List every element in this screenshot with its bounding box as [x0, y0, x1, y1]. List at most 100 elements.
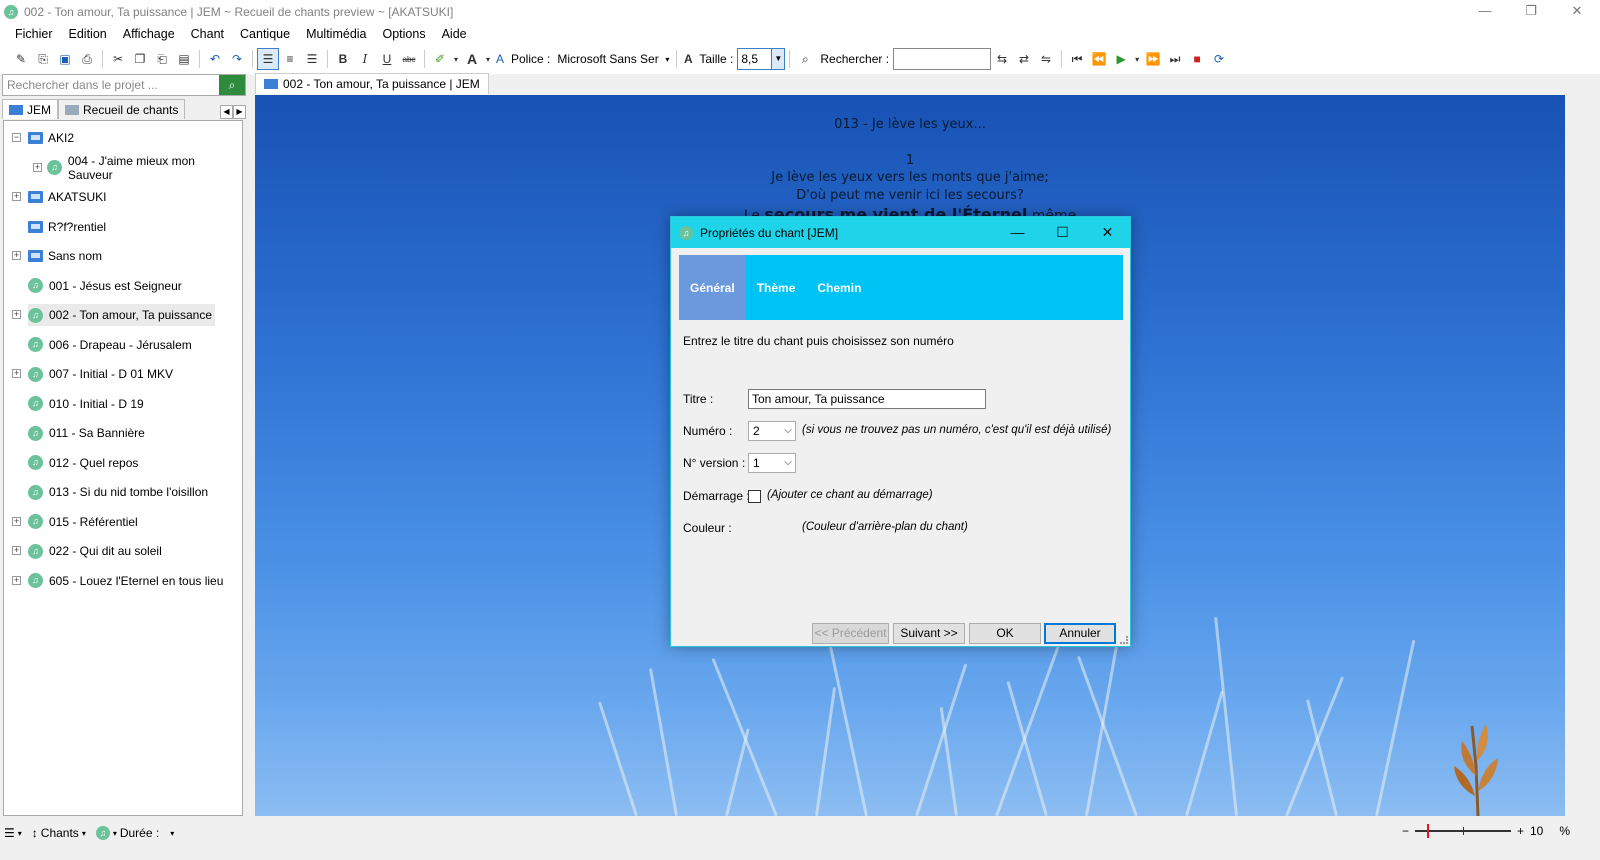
print-icon[interactable]: ⎙ [76, 48, 98, 70]
new-file-icon[interactable]: ✎ [10, 48, 32, 70]
tab-general[interactable]: Général [679, 255, 746, 320]
expand-icon[interactable]: + [12, 310, 21, 319]
expand-icon[interactable]: + [33, 162, 42, 172]
menu-multimedia[interactable]: Multimédia [298, 27, 374, 41]
chevron-down-icon[interactable]: ▼ [771, 49, 785, 69]
tree-song[interactable]: + ♫ 022 - Qui dit au soleil [12, 540, 162, 562]
tree-song[interactable]: + ♫ 004 - J'aime mieux mon Sauveur [33, 154, 242, 182]
demarrage-checkbox[interactable] [748, 490, 761, 503]
fast-forward-icon[interactable]: ⏩ [1142, 48, 1164, 70]
tree-song[interactable]: + ♫ 002 - Ton amour, Ta puissance [12, 304, 215, 326]
duree-menu[interactable]: ♫ ▾ Durée : ▾ [95, 826, 174, 840]
expand-icon[interactable]: + [12, 546, 21, 555]
close-button[interactable]: ✕ [1554, 0, 1600, 24]
align-center-icon[interactable]: ≡ [279, 48, 301, 70]
dialog-minimize-button[interactable]: — [995, 217, 1040, 248]
tree-song[interactable]: ♫ 011 - Sa Bannière [28, 422, 145, 444]
menu-aide[interactable]: Aide [434, 27, 475, 41]
zoom-slider[interactable] [1414, 824, 1511, 838]
tree-song[interactable]: + ♫ 015 - Référentiel [12, 511, 138, 533]
find-next-icon[interactable]: ⇆ [991, 48, 1013, 70]
font-color-icon[interactable]: A [461, 48, 483, 70]
collapse-icon[interactable]: − [12, 133, 21, 142]
first-slide-icon[interactable]: ⏮ [1066, 48, 1088, 70]
menu-chant[interactable]: Chant [183, 27, 232, 41]
chevron-down-icon[interactable]: ▾ [1132, 48, 1142, 70]
titre-input[interactable]: Ton amour, Ta puissance [748, 389, 986, 409]
save-icon[interactable]: ▣ [54, 48, 76, 70]
stop-icon[interactable]: ■ [1186, 48, 1208, 70]
copy-icon[interactable]: ❐ [129, 48, 151, 70]
menu-affichage[interactable]: Affichage [115, 27, 183, 41]
scroll-right-icon[interactable]: ▶ [233, 105, 246, 119]
numero-select[interactable]: 2 ⌵ [748, 421, 796, 441]
select-all-icon[interactable]: ▤ [173, 48, 195, 70]
menu-cantique[interactable]: Cantique [232, 27, 298, 41]
align-right-icon[interactable]: ☰ [301, 48, 323, 70]
tree-folder[interactable]: + Sans nom [12, 245, 102, 267]
font-size-combo[interactable]: 8,5 ▼ [737, 48, 786, 70]
zoom-in-button[interactable]: + [1517, 824, 1524, 838]
menu-edition[interactable]: Edition [61, 27, 115, 41]
refresh-icon[interactable]: ⟳ [1208, 48, 1230, 70]
expand-icon[interactable]: + [12, 516, 21, 526]
rewind-icon[interactable]: ⏪ [1088, 48, 1110, 70]
minimize-button[interactable]: — [1462, 0, 1508, 24]
chevron-down-icon[interactable]: ▾ [483, 48, 493, 70]
dialog-maximize-button[interactable]: ☐ [1040, 217, 1085, 248]
cancel-button[interactable]: Annuler [1044, 623, 1116, 644]
last-slide-icon[interactable]: ⏭ [1164, 48, 1186, 70]
cut-icon[interactable]: ✂ [107, 48, 129, 70]
italic-icon[interactable]: I [354, 48, 376, 70]
tree-song[interactable]: ♫ 001 - Jésus est Seigneur [28, 275, 182, 297]
project-search-input[interactable]: Rechercher dans le projet ... [3, 78, 219, 92]
font-select[interactable]: Microsoft Sans Ser ▾ [554, 49, 672, 69]
expand-icon[interactable]: + [12, 192, 21, 201]
highlight-color-icon[interactable]: ✐ [429, 48, 451, 70]
paste-icon[interactable]: ⎗ [151, 48, 173, 70]
tree-folder[interactable]: + AKATSUKI [12, 186, 106, 208]
bold-icon[interactable]: B [332, 48, 354, 70]
new-copy-icon[interactable]: ⎘ [32, 48, 54, 70]
tree-folder[interactable]: − AKI2 [12, 127, 74, 149]
tab-jem[interactable]: JEM [2, 99, 58, 119]
preview-scrollbar[interactable] [1566, 95, 1584, 816]
previous-button[interactable]: << Précédent [812, 623, 889, 644]
menu-fichier[interactable]: Fichier [7, 27, 61, 41]
tree-song[interactable]: ♫ 006 - Drapeau - Jérusalem [28, 334, 192, 356]
play-icon[interactable]: ▶ [1110, 48, 1132, 70]
expand-icon[interactable]: + [12, 369, 21, 378]
resize-grip-icon[interactable] [1120, 636, 1128, 644]
underline-icon[interactable]: U [376, 48, 398, 70]
expand-icon[interactable]: + [12, 251, 21, 260]
chevron-down-icon[interactable]: ▾ [451, 48, 461, 70]
ok-button[interactable]: OK [969, 623, 1041, 644]
dialog-close-button[interactable]: ✕ [1085, 217, 1130, 248]
tree-song[interactable]: ♫ 013 - Si du nid tombe l'oisillon [28, 481, 208, 503]
undo-icon[interactable]: ↶ [204, 48, 226, 70]
tab-theme[interactable]: Thème [746, 255, 807, 320]
tree-song[interactable]: + ♫ 007 - Initial - D 01 MKV [12, 363, 173, 385]
scroll-left-icon[interactable]: ◀ [220, 105, 233, 119]
replace-icon[interactable]: ⇄ [1013, 48, 1035, 70]
next-button[interactable]: Suivant >> [893, 623, 965, 644]
zoom-out-button[interactable]: − [1402, 824, 1409, 838]
tab-chemin[interactable]: Chemin [806, 255, 872, 320]
tree-folder[interactable]: R?f?rentiel [28, 216, 106, 238]
align-left-icon[interactable]: ☰ [257, 48, 279, 70]
redo-icon[interactable]: ↷ [226, 48, 248, 70]
tree-song[interactable]: + ♫ 605 - Louez l'Eternel en tous lieu [12, 570, 223, 592]
version-select[interactable]: 1 ⌵ [748, 453, 796, 473]
restore-button[interactable]: ❐ [1508, 0, 1554, 24]
replace-all-icon[interactable]: ⇋ [1035, 48, 1057, 70]
tab-recueil[interactable]: Recueil de chants [58, 99, 186, 119]
menu-options[interactable]: Options [375, 27, 434, 41]
expand-icon[interactable]: + [12, 575, 21, 585]
view-menu[interactable]: ☰ ▾ [4, 826, 22, 840]
tree-song[interactable]: ♫ 010 - Initial - D 19 [28, 393, 144, 415]
strikethrough-icon[interactable]: abc [398, 48, 420, 70]
zoom-thumb[interactable] [1426, 824, 1429, 838]
toolbar-search-input[interactable] [893, 48, 992, 70]
project-search[interactable]: Rechercher dans le projet ... ⌕ [2, 74, 246, 96]
tree-song[interactable]: ♫ 012 - Quel repos [28, 452, 138, 474]
